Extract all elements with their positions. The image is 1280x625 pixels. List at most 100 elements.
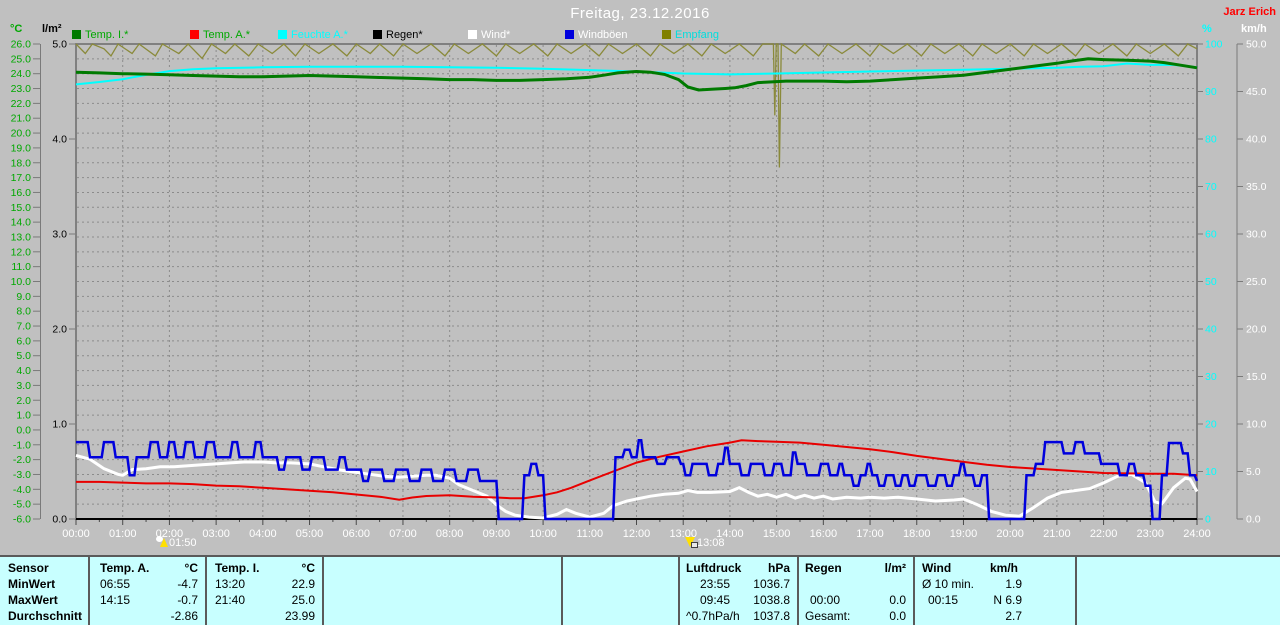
humidity-tick-label: 10 bbox=[1205, 466, 1217, 478]
col-unit-wind: km/h bbox=[990, 561, 1019, 575]
time-tick-label: 00:00 bbox=[62, 528, 90, 540]
temp-tick-label: 22.0 bbox=[11, 98, 32, 110]
time-tick-label: 20:00 bbox=[996, 528, 1024, 540]
table-separator bbox=[88, 557, 90, 625]
temp-i-min: 22.9 bbox=[291, 577, 315, 591]
regen-total: 0.0 bbox=[889, 609, 906, 623]
col-unit-temp-i: °C bbox=[301, 561, 315, 575]
temp-tick-label: -1.0 bbox=[13, 439, 31, 451]
wind-tick-label: 20.0 bbox=[1246, 324, 1267, 336]
temp-tick-label: 5.0 bbox=[16, 350, 31, 362]
table-separator bbox=[322, 557, 324, 625]
humidity-tick-label: 40 bbox=[1205, 324, 1217, 336]
astro-marker-1: 01:50 bbox=[156, 535, 197, 550]
astro-marker-time: 01:50 bbox=[169, 537, 197, 549]
col-header-wind: Wind bbox=[922, 561, 952, 575]
temp-a-min: -4.7 bbox=[177, 577, 198, 591]
wind-tick-label: 35.0 bbox=[1246, 181, 1267, 193]
wind-max: N 6.9 bbox=[993, 593, 1022, 607]
astro-rise-icon bbox=[156, 535, 169, 548]
time-tick-label: 24:00 bbox=[1183, 528, 1211, 540]
temp-tick-label: 24.0 bbox=[11, 68, 32, 80]
temp-tick-label: 2.0 bbox=[16, 395, 31, 407]
temp-tick-label: 26.0 bbox=[11, 39, 32, 51]
time-tick-label: 18:00 bbox=[903, 528, 931, 540]
regen-day: 0.0 bbox=[889, 593, 906, 607]
table-separator bbox=[1075, 557, 1077, 625]
wind-tick-label: 10.0 bbox=[1246, 419, 1267, 431]
wind-tick-label: 30.0 bbox=[1246, 229, 1267, 241]
wind-tick-label: 50.0 bbox=[1246, 39, 1267, 51]
wind-tick-label: 45.0 bbox=[1246, 86, 1267, 98]
temp-tick-label: 18.0 bbox=[11, 157, 32, 169]
humidity-tick-label: 70 bbox=[1205, 181, 1217, 193]
rain-tick-label: 0.0 bbox=[52, 514, 67, 526]
temp-tick-label: 14.0 bbox=[11, 217, 32, 229]
time-tick-label: 05:00 bbox=[296, 528, 324, 540]
row-label-durchschnitt: Durchschnitt bbox=[8, 609, 83, 623]
astro-marker-2: 13:08 bbox=[684, 535, 725, 550]
humidity-tick-label: 30 bbox=[1205, 371, 1217, 383]
temp-a-avg: -2.86 bbox=[170, 609, 198, 623]
luftdruck-min: 1036.7 bbox=[753, 577, 790, 591]
temp-i-max: 25.0 bbox=[291, 593, 315, 607]
temp-tick-label: 19.0 bbox=[11, 142, 32, 154]
temp-tick-label: 9.0 bbox=[16, 291, 31, 303]
time-tick-label: 10:00 bbox=[529, 528, 557, 540]
time-tick-label: 09:00 bbox=[483, 528, 511, 540]
time-tick-label: 12:00 bbox=[623, 528, 651, 540]
temp-tick-label: 1.0 bbox=[16, 410, 31, 422]
time-tick-label: 03:00 bbox=[202, 528, 230, 540]
astro-marker-time: 13:08 bbox=[697, 537, 725, 549]
humidity-tick-label: 100 bbox=[1205, 39, 1223, 51]
col-unit-luftdruck: hPa bbox=[767, 561, 790, 575]
humidity-tick-label: 20 bbox=[1205, 419, 1217, 431]
wind-tick-label: 15.0 bbox=[1246, 371, 1267, 383]
time-tick-label: 07:00 bbox=[389, 528, 417, 540]
humidity-tick-label: 60 bbox=[1205, 229, 1217, 241]
temp-tick-label: 8.0 bbox=[16, 306, 31, 318]
chart-plot: 26.0 25.0 24.0 23.0 22.0 21.0 20.0 19.0 18.0 17.0… bbox=[11, 39, 1267, 541]
temp-tick-label: 15.0 bbox=[11, 202, 32, 214]
temp-tick-label: 16.0 bbox=[11, 187, 32, 199]
rain-tick-label: 1.0 bbox=[52, 419, 67, 431]
wind-tick-label: 25.0 bbox=[1246, 276, 1267, 288]
temp-tick-label: 3.0 bbox=[16, 380, 31, 392]
time-tick-label: 15:00 bbox=[763, 528, 791, 540]
rain-tick-label: 3.0 bbox=[52, 229, 67, 241]
time-tick-label: 21:00 bbox=[1043, 528, 1071, 540]
humidity-tick-label: 80 bbox=[1205, 134, 1217, 146]
temp-a-max: -0.7 bbox=[177, 593, 198, 607]
temp-tick-label: -3.0 bbox=[13, 469, 31, 481]
humidity-tick-label: 90 bbox=[1205, 86, 1217, 98]
luftdruck-avg: 1037.8 bbox=[753, 609, 790, 623]
temp-tick-label: 6.0 bbox=[16, 335, 31, 347]
temp-tick-label: 20.0 bbox=[11, 128, 32, 140]
col-unit-temp-a: °C bbox=[184, 561, 198, 575]
astro-set-icon bbox=[684, 535, 698, 548]
temp-i-avg: 23.99 bbox=[284, 609, 315, 623]
time-tick-label: 17:00 bbox=[856, 528, 884, 540]
temp-tick-label: -6.0 bbox=[13, 514, 31, 526]
weather-app-window: Freitag, 23.12.2016 Jarz Erich °C l/m² %… bbox=[0, 0, 1280, 625]
rain-tick-label: 2.0 bbox=[52, 324, 67, 336]
luftdruck-max: 1038.8 bbox=[753, 593, 790, 607]
wind-tick-label: 40.0 bbox=[1246, 134, 1267, 146]
time-tick-label: 04:00 bbox=[249, 528, 277, 540]
temp-tick-label: 17.0 bbox=[11, 172, 32, 184]
row-label-minwert: MinWert bbox=[8, 577, 56, 591]
temp-tick-label: -4.0 bbox=[13, 484, 31, 496]
rain-tick-label: 4.0 bbox=[52, 134, 67, 146]
time-tick-label: 08:00 bbox=[436, 528, 464, 540]
temp-tick-label: 10.0 bbox=[11, 276, 32, 288]
summary-table: Sensor MinWert MaxWert Durchschnitt Temp… bbox=[0, 555, 1280, 625]
table-separator bbox=[678, 557, 680, 625]
temp-tick-label: 7.0 bbox=[16, 321, 31, 333]
table-separator bbox=[913, 557, 915, 625]
time-tick-label: 06:00 bbox=[342, 528, 370, 540]
time-tick-label: 23:00 bbox=[1137, 528, 1165, 540]
wind-tick-label: 5.0 bbox=[1246, 466, 1261, 478]
temp-tick-label: 25.0 bbox=[11, 53, 32, 65]
wind-tick-label: 0.0 bbox=[1246, 514, 1261, 526]
temp-tick-label: 13.0 bbox=[11, 231, 32, 243]
